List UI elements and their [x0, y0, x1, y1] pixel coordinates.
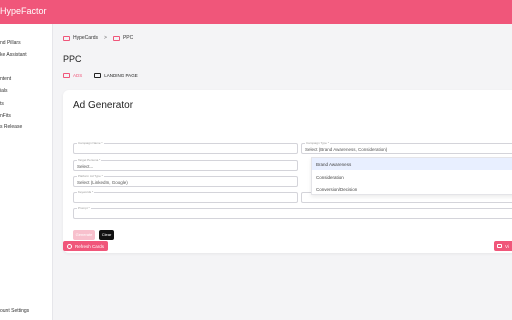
- prompt-field[interactable]: Prompt *: [73, 206, 512, 219]
- breadcrumb: HypeCards > PPC: [63, 35, 133, 41]
- campaign-type-select[interactable]: Campaign Type * Select (Brand Awareness,…: [301, 141, 512, 154]
- sidebar: nd Pillars ke Assistant ntent ials ts nF…: [0, 24, 53, 320]
- target-persona-value: Select...: [77, 164, 94, 169]
- target-persona-label: Target Persona *: [77, 158, 102, 162]
- tab-landing-page[interactable]: LANDING PAGE: [94, 71, 138, 79]
- clear-button[interactable]: Clear: [99, 230, 114, 240]
- generate-button[interactable]: Generate: [73, 230, 95, 240]
- breadcrumb-current: PPC: [122, 35, 134, 41]
- campaign-type-option-brand-awareness[interactable]: Brand Awareness: [312, 158, 512, 170]
- sidebar-item-socials[interactable]: ials: [0, 88, 8, 94]
- campaign-type-label: Campaign Type *: [305, 141, 330, 145]
- page-title: PPC: [63, 54, 82, 64]
- view-button-label: Vi: [505, 243, 509, 249]
- platform-ad-type-value: Select (LinkedIn, Google): [77, 180, 128, 185]
- sidebar-item-content[interactable]: ntent: [0, 76, 11, 82]
- cards-icon: [497, 244, 502, 248]
- platform-ad-type-label: Platform Ad Type *: [77, 174, 104, 178]
- tab-landing-page-label: LANDING PAGE: [104, 72, 138, 78]
- keywords-field[interactable]: Keywords *: [73, 190, 298, 203]
- campaign-type-option-conversion[interactable]: Conversion/Decision: [312, 183, 512, 195]
- app-brand[interactable]: HypeFactor: [0, 6, 47, 16]
- sidebar-item-benefits[interactable]: nFits: [0, 113, 11, 119]
- campaign-type-value: Select (Brand Awareness, Consideration): [305, 147, 388, 152]
- ads-icon: [63, 72, 70, 78]
- target-persona-select[interactable]: Target Persona * Select...: [73, 158, 298, 171]
- prompt-label: Prompt *: [77, 206, 91, 210]
- platform-ad-type-select[interactable]: Platform Ad Type * Select (LinkedIn, Goo…: [73, 174, 298, 187]
- ad-generator-title: Ad Generator: [73, 100, 134, 111]
- sidebar-item-hype-assistant[interactable]: ke Assistant: [0, 52, 27, 58]
- sidebar-item-account-settings[interactable]: ount Settings: [0, 308, 29, 314]
- campaign-name-label: Campaign Name *: [77, 141, 104, 145]
- breadcrumb-separator: >: [104, 35, 107, 41]
- ppc-icon: [112, 35, 120, 41]
- refresh-cards-button[interactable]: Refresh Cards: [63, 241, 108, 251]
- tab-ads-label: ADS: [73, 72, 83, 78]
- refresh-icon: [67, 243, 72, 249]
- tab-ads[interactable]: ADS: [63, 71, 82, 79]
- top-bar: HypeFactor: [0, 0, 512, 24]
- sidebar-item-ads[interactable]: ts: [0, 101, 4, 107]
- campaign-type-option-consideration[interactable]: Consideration: [312, 171, 512, 183]
- view-button[interactable]: Vi: [494, 241, 512, 251]
- keywords-label: Keywords *: [77, 190, 95, 194]
- sidebar-item-press-release[interactable]: s Release: [0, 124, 22, 130]
- monitor-icon: [94, 72, 102, 78]
- breadcrumb-root[interactable]: HypeCards: [73, 35, 98, 41]
- tab-bar: ADS LANDING PAGE: [63, 71, 150, 79]
- main-content: HypeCards > PPC PPC ADS LANDING PAGE Ad …: [53, 24, 512, 320]
- campaign-name-field[interactable]: Campaign Name *: [73, 141, 298, 154]
- campaign-type-dropdown: Brand Awareness Consideration Conversion…: [311, 157, 512, 195]
- cards-icon: [63, 35, 70, 41]
- ad-generator-card: Ad Generator Campaign Name * Campaign Ty…: [63, 90, 512, 253]
- refresh-cards-label: Refresh Cards: [75, 243, 105, 249]
- sidebar-item-brand-pillars[interactable]: nd Pillars: [0, 40, 21, 46]
